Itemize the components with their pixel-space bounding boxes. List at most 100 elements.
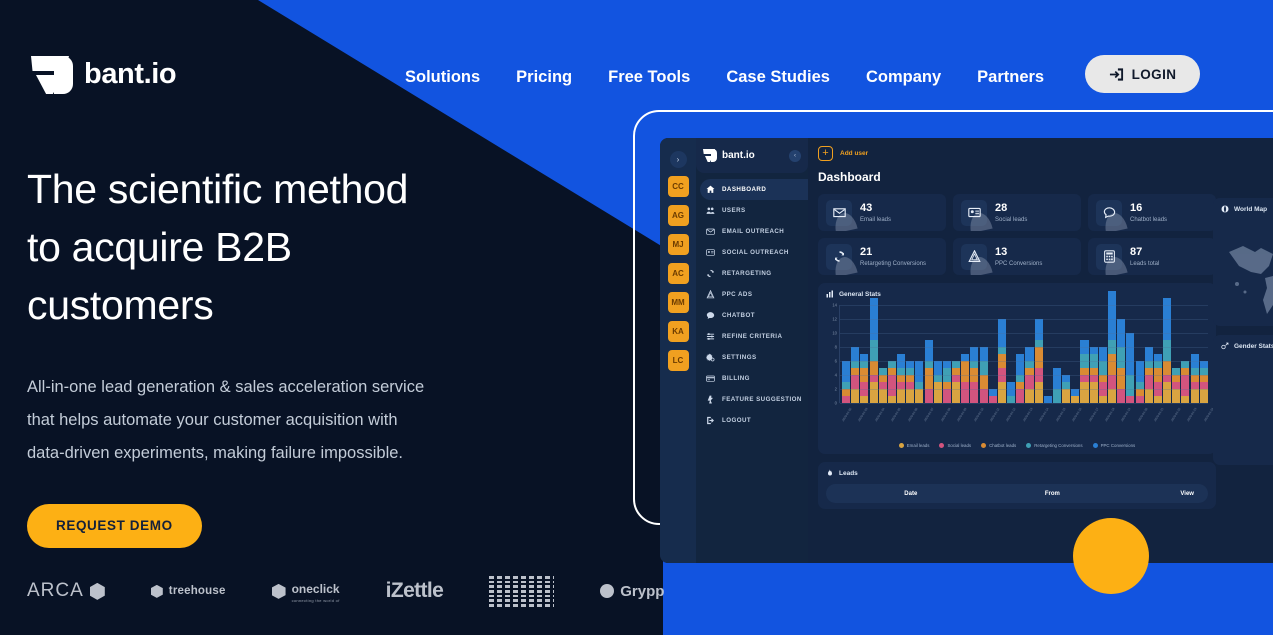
leads-column-date[interactable]: Date [840,491,982,497]
bantio-logo-icon [31,54,73,95]
chart-bar[interactable] [906,361,915,403]
chart-bar[interactable] [1007,382,1016,403]
chart-bar[interactable] [878,368,887,403]
chart-bar[interactable] [933,361,942,403]
avatar[interactable]: AG [667,205,689,226]
request-demo-button[interactable]: REQUEST DEMO [27,503,202,548]
chart-bar-segment [860,354,869,361]
chart-bar-segment [1071,389,1080,396]
leads-column-from[interactable]: From [982,491,1124,497]
stat-card[interactable]: 16 Chatbot leads [1088,194,1216,231]
stat-card[interactable]: 21 Retargeting Conversions [818,238,946,275]
legend-item[interactable]: PPC Conversions [1092,443,1136,448]
client-logos: ARCA treehouse oneclick connecting the w… [27,576,664,607]
sidebar-item-dashboard[interactable]: DASHBOARD [700,179,808,200]
legend-item[interactable]: Retargeting Conversions [1026,443,1083,448]
chart-bar-segment [1098,375,1107,382]
chart-bar[interactable] [842,361,851,403]
sidebar-item-refine-criteria[interactable]: REFINE CRITERIA [696,326,808,347]
chart-bar-segment [1199,389,1208,403]
chart-bar[interactable] [1052,368,1062,403]
chart-bar[interactable] [869,298,878,403]
login-button[interactable]: LOGIN [1085,55,1200,93]
gridline [840,361,1208,362]
sidebar-item-settings[interactable]: SETTINGS [696,347,808,368]
legend-item[interactable]: Social leads [939,443,971,448]
y-tick-label: 0 [834,400,837,406]
sidebar-item-social-outreach[interactable]: SOCIAL OUTREACH [696,242,808,263]
sidebar-item-email-outreach[interactable]: EMAIL OUTREACH [696,221,808,242]
chart-bar-segment [933,375,942,382]
chart-bar[interactable] [1181,361,1190,403]
stat-card[interactable]: 13 PPC Conversions [953,238,1081,275]
nav-link-solutions[interactable]: Solutions [405,62,480,93]
home-icon [706,185,715,194]
chart-bar[interactable] [887,361,896,403]
avatar[interactable]: MM [667,292,689,313]
chart-bar-segment [1135,396,1144,403]
chart-bar-segment [942,389,951,403]
sidebar-item-ppc-ads[interactable]: PPC ADS [696,284,808,305]
stat-card-label: Social leads [995,216,1028,223]
grypp-mark-icon [600,584,615,599]
chart-bar[interactable] [924,340,933,403]
chart-bar[interactable] [988,389,997,403]
chart-bar[interactable] [1080,340,1089,403]
stat-card[interactable]: 87 Leads total [1088,238,1216,275]
funnel-icon [706,290,715,299]
nav-link-free-tools[interactable]: Free Tools [608,62,690,93]
chart-bar-segment [1034,340,1043,347]
sidebar-item-retargeting[interactable]: RETARGETING [696,263,808,284]
sidebar-item-users[interactable]: USERS [696,200,808,221]
y-tick-label: 8 [834,344,837,350]
chart-bar-segment [933,382,942,403]
leads-column-view[interactable]: View [1123,491,1194,497]
legend-label: PPC Conversions [1100,443,1136,448]
chevron-right-icon[interactable]: › [669,151,687,168]
flame-icon [828,469,832,476]
nav-link-company[interactable]: Company [866,62,941,93]
chart-bar-segment [952,382,961,403]
stat-card[interactable]: 28 Social leads [953,194,1081,231]
chart-bar[interactable] [942,361,951,403]
chart-bar-segment [842,382,851,389]
chart-bar-segment [1181,361,1190,368]
chart-bar[interactable] [915,361,924,403]
legend-item[interactable]: Email leads [898,443,929,448]
chart-bar[interactable] [1172,368,1181,403]
chart-bar-segment [924,340,933,361]
sidebar-item-feature-suggestion[interactable]: FEATURE SUGGESTION [696,389,808,410]
chart-bar-segment [1089,382,1098,403]
add-user-label[interactable]: Add user [840,150,868,157]
avatar[interactable]: AC [667,263,689,284]
sidebar-item-chatbot[interactable]: CHATBOT [696,305,808,326]
chart-bar-segment [842,389,851,396]
chart-bar[interactable] [1199,361,1208,403]
chevron-left-icon[interactable]: ‹ [789,149,801,162]
legend-color-dot [1026,443,1032,448]
legend-item[interactable]: Chatbot leads [981,443,1016,448]
chart-bar-segment [924,389,933,403]
plus-icon[interactable]: + [818,146,833,161]
chart-bar-segment [1016,354,1025,375]
avatar[interactable]: LC [667,350,689,371]
stat-card[interactable]: 43 Email leads [818,194,946,231]
chart-bar[interactable] [952,361,961,403]
chart-bar[interactable] [1135,361,1144,403]
chart-bar-segment [1135,382,1144,389]
chart-bar[interactable] [1163,298,1172,403]
nav-link-partners[interactable]: Partners [977,62,1044,93]
avatar[interactable]: CC [667,176,689,197]
chart-bar[interactable] [1071,389,1080,403]
sidebar-item-logout[interactable]: LOGOUT [696,410,808,431]
nav-link-case-studies[interactable]: Case Studies [726,62,830,93]
sidebar-item-billing[interactable]: BILLING [696,368,808,389]
nav-link-pricing[interactable]: Pricing [516,62,572,93]
avatar[interactable]: KA [667,321,689,342]
chart-bar[interactable] [1043,396,1052,403]
chart-bar-segment [897,375,906,382]
chart-bar[interactable] [1126,333,1135,403]
general-stats-panel: General Stats 0 2 4 6 8 10 12 14 2020-01-02 2020… [818,283,1273,454]
brand-logo[interactable]: bant.io [31,54,177,95]
avatar[interactable]: MJ [667,234,689,255]
